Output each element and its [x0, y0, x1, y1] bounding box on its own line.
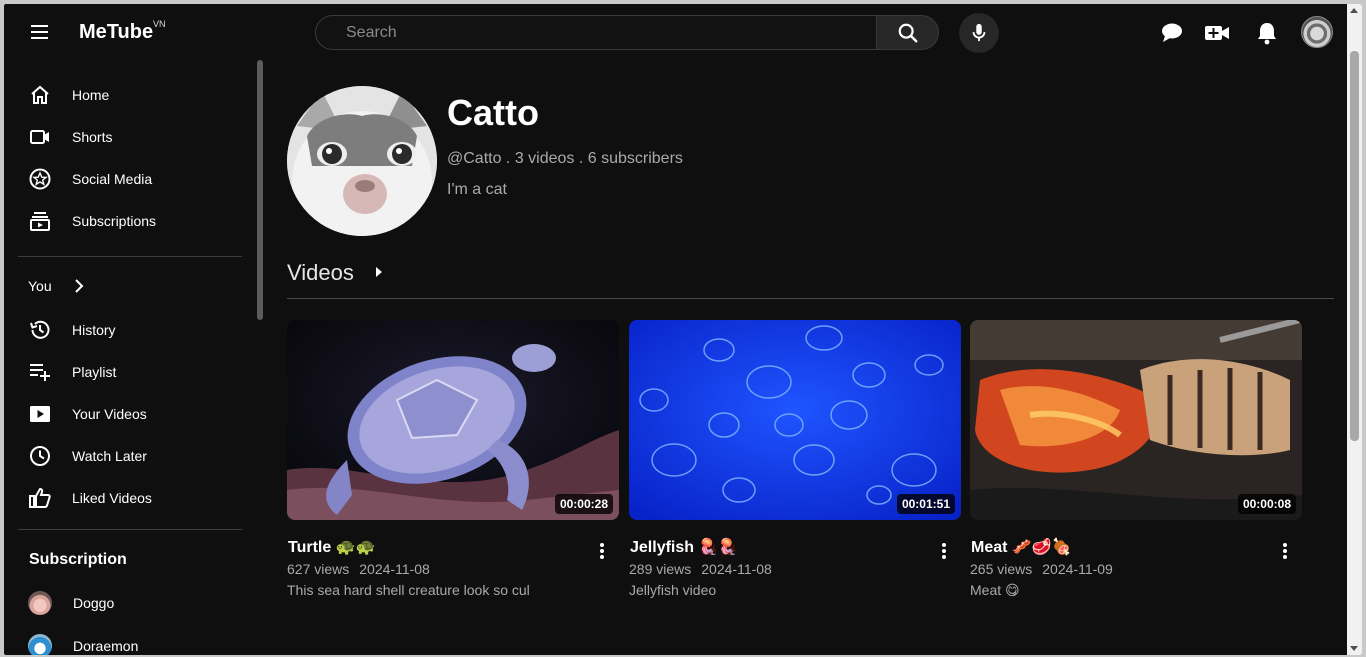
chevron-right-icon — [74, 279, 84, 293]
notifications-bell-icon[interactable] — [1254, 20, 1280, 46]
video-card: 00:00:08 Meat 🥓🥩🍖 265 views 2024-11-09 Me… — [970, 320, 1302, 598]
scroll-down-arrow-icon[interactable] — [1350, 646, 1358, 651]
logo-text: MeTube — [79, 21, 154, 43]
channel-avatar — [287, 86, 437, 236]
page-scrollbar[interactable] — [1347, 4, 1362, 655]
video-views: 627 views — [287, 561, 350, 577]
sidebar-item-label: Your Videos — [72, 406, 147, 422]
subscription-name: Doraemon — [73, 638, 139, 654]
subscription-item-doraemon[interactable]: Doraemon — [18, 626, 242, 655]
video-thumbnail-jellyfish[interactable]: 00:01:51 — [629, 320, 961, 520]
sidebar-item-shorts[interactable]: Shorts — [18, 117, 242, 157]
logo-region: VN — [153, 19, 166, 29]
sidebar-item-label: Liked Videos — [72, 490, 152, 506]
sidebar-item-label: Shorts — [72, 129, 113, 145]
video-views: 289 views — [629, 561, 692, 577]
video-description: Meat 😋 — [970, 582, 1020, 598]
app-window: MeTube VN Home — [4, 4, 1362, 655]
sidebar-item-label: Playlist — [72, 364, 117, 380]
video-title[interactable]: Jellyfish 🪼🪼 — [630, 537, 738, 557]
scroll-up-arrow-icon[interactable] — [1350, 8, 1358, 13]
logo[interactable]: MeTube VN — [79, 19, 166, 44]
video-description: Jellyfish video — [629, 582, 717, 598]
top-header: MeTube VN — [4, 4, 1347, 60]
subscriptions-icon — [29, 210, 51, 232]
video-meta: 627 views 2024-11-08 — [287, 561, 430, 577]
hamburger-menu-icon[interactable] — [28, 23, 50, 41]
history-icon — [29, 319, 51, 341]
sidebar-item-home[interactable]: Home — [18, 75, 242, 115]
channel-meta: @Catto . 3 videos . 6 subscribers — [447, 150, 683, 167]
video-duration: 00:00:08 — [1237, 494, 1296, 514]
shorts-icon — [29, 126, 51, 148]
video-date: 2024-11-09 — [1042, 561, 1113, 577]
sidebar-you-section[interactable]: You — [18, 266, 242, 306]
video-description: This sea hard shell creature look so cul — [287, 582, 530, 598]
sidebar-item-social-media[interactable]: Social Media — [18, 159, 242, 199]
videos-section-title[interactable]: Videos — [287, 260, 354, 286]
thumbs-up-icon — [29, 487, 51, 509]
you-label: You — [28, 278, 52, 294]
more-options-icon[interactable] — [1282, 543, 1288, 559]
video-date: 2024-11-08 — [701, 561, 772, 577]
video-date: 2024-11-08 — [359, 561, 430, 577]
sidebar-item-label: Social Media — [72, 171, 153, 187]
sidebar-item-subscriptions[interactable]: Subscriptions — [18, 201, 242, 241]
sidebar-item-label: Subscriptions — [72, 213, 157, 229]
sidebar-item-liked-videos[interactable]: Liked Videos — [18, 478, 242, 518]
voice-search-button[interactable] — [959, 13, 999, 53]
search-icon — [898, 23, 917, 42]
video-meta: 265 views 2024-11-09 — [970, 561, 1113, 577]
video-card: 00:00:28 Turtle 🐢🐢 627 views 2024-11-08 T… — [287, 320, 619, 598]
your-videos-icon — [29, 403, 51, 425]
subscription-name: Doggo — [73, 595, 115, 611]
scrollbar-thumb[interactable] — [1350, 51, 1359, 441]
sidebar-item-playlist[interactable]: Playlist — [18, 352, 242, 392]
subscription-heading: Subscription — [29, 551, 127, 568]
channel-name: Catto — [447, 92, 539, 133]
section-divider — [287, 298, 1334, 299]
sidebar-divider — [18, 529, 242, 530]
home-icon — [29, 84, 51, 106]
more-options-icon[interactable] — [941, 543, 947, 559]
sidebar-scrollbar[interactable] — [257, 60, 263, 320]
video-views: 265 views — [970, 561, 1033, 577]
video-meta: 289 views 2024-11-08 — [629, 561, 772, 577]
subscription-item-doggo[interactable]: Doggo — [18, 583, 242, 623]
search-bar — [315, 15, 939, 50]
video-card: 00:01:51 Jellyfish 🪼🪼 289 views 2024-11-0… — [629, 320, 961, 598]
search-button[interactable] — [876, 15, 939, 50]
more-options-icon[interactable] — [599, 543, 605, 559]
sidebar-item-watch-later[interactable]: Watch Later — [18, 436, 242, 476]
video-duration: 00:00:28 — [554, 494, 613, 514]
sidebar-item-history[interactable]: History — [18, 310, 242, 350]
star-icon — [29, 168, 51, 190]
playlist-add-icon — [29, 361, 51, 383]
user-avatar[interactable] — [1301, 16, 1333, 48]
video-title[interactable]: Meat 🥓🥩🍖 — [971, 537, 1072, 557]
search-input[interactable] — [315, 15, 876, 50]
video-thumbnail-turtle[interactable]: 00:00:28 — [287, 320, 619, 520]
microphone-icon — [972, 23, 986, 42]
sidebar-item-label: Watch Later — [72, 448, 147, 464]
play-arrow-icon[interactable] — [375, 267, 383, 277]
create-video-icon[interactable] — [1204, 20, 1230, 46]
sidebar-item-label: History — [72, 322, 116, 338]
sidebar: Home Shorts Social Media Subscriptions Y… — [4, 60, 254, 655]
video-duration: 00:01:51 — [896, 494, 955, 514]
sidebar-divider — [18, 256, 242, 257]
video-title[interactable]: Turtle 🐢🐢 — [288, 537, 376, 557]
avatar — [28, 634, 52, 655]
avatar — [28, 591, 52, 615]
sidebar-item-label: Home — [72, 87, 110, 103]
sidebar-item-your-videos[interactable]: Your Videos — [18, 394, 242, 434]
channel-description: I'm a cat — [447, 181, 507, 198]
video-thumbnail-meat[interactable]: 00:00:08 — [970, 320, 1302, 520]
clock-icon — [29, 445, 51, 467]
chat-icon[interactable] — [1159, 20, 1185, 46]
